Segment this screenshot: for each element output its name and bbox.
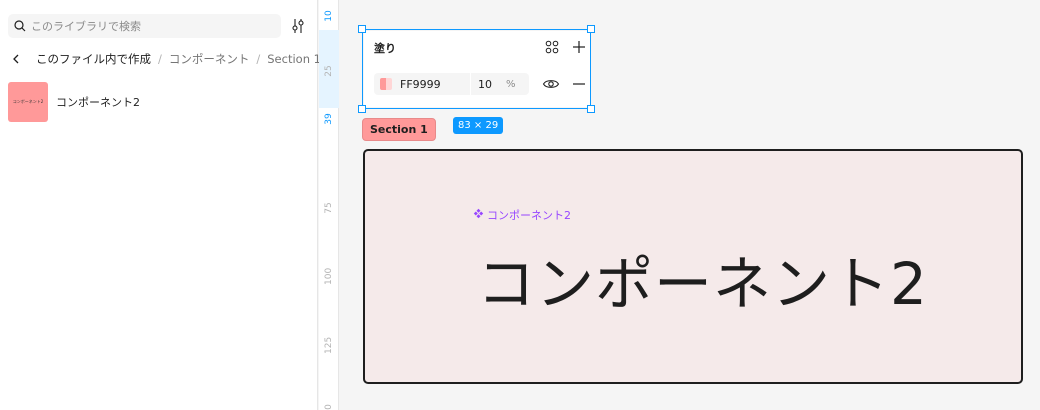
section-frame[interactable]: コンポーネント2 コンポーネント2 [363,149,1023,384]
resize-handle-top-left[interactable] [358,25,366,33]
ruler-tick: 25 [324,65,334,77]
back-button[interactable] [8,50,24,68]
component-name: コンポーネント2 [56,96,140,109]
ruler-tick: 125 [324,336,334,354]
ruler-tick: 10 [324,10,334,22]
chevron-left-icon [13,54,19,64]
resize-handle-bottom-left[interactable] [358,105,366,113]
component-instance-name: コンポーネント2 [487,209,571,222]
component-text[interactable]: コンポーネント2 [477,237,928,321]
search-icon [14,20,26,32]
breadcrumb-separator: / [256,52,261,66]
assets-panel: このファイル内で作成 / コンポーネント / Section 1 コンポーネント… [0,0,321,410]
breadcrumb: このファイル内で作成 / コンポーネント / Section 1 [8,50,321,68]
resize-handle-top-right[interactable] [587,25,595,33]
selection-outline [358,25,595,113]
breadcrumb-current[interactable]: このファイル内で作成 [36,51,151,67]
ruler-tick: 75 [324,202,334,214]
component-thumbnail-text: コンポーネント2 [12,99,44,104]
component-thumbnail: コンポーネント2 [8,82,48,122]
resize-handle-bottom-right[interactable] [587,105,595,113]
vertical-ruler: 10 25 39 75 100 125 0 [319,0,339,410]
ruler-tick: 39 [324,113,334,125]
breadcrumb-item-components[interactable]: コンポーネント [169,51,250,67]
component-icon [473,208,484,222]
adjust-icon[interactable] [288,16,308,36]
search-bar[interactable] [8,14,281,38]
breadcrumb-item-section[interactable]: Section 1 [267,52,321,66]
ruler-tick: 100 [324,267,334,285]
section-tag[interactable]: Section 1 [362,118,436,141]
size-badge: 83 × 29 [453,117,504,134]
ruler-tick: 0 [324,404,334,410]
search-input[interactable] [31,19,271,33]
breadcrumb-separator: / [158,52,162,66]
component-list-item[interactable]: コンポーネント2 コンポーネント2 [8,82,308,122]
component-instance-label[interactable]: コンポーネント2 [473,207,571,223]
